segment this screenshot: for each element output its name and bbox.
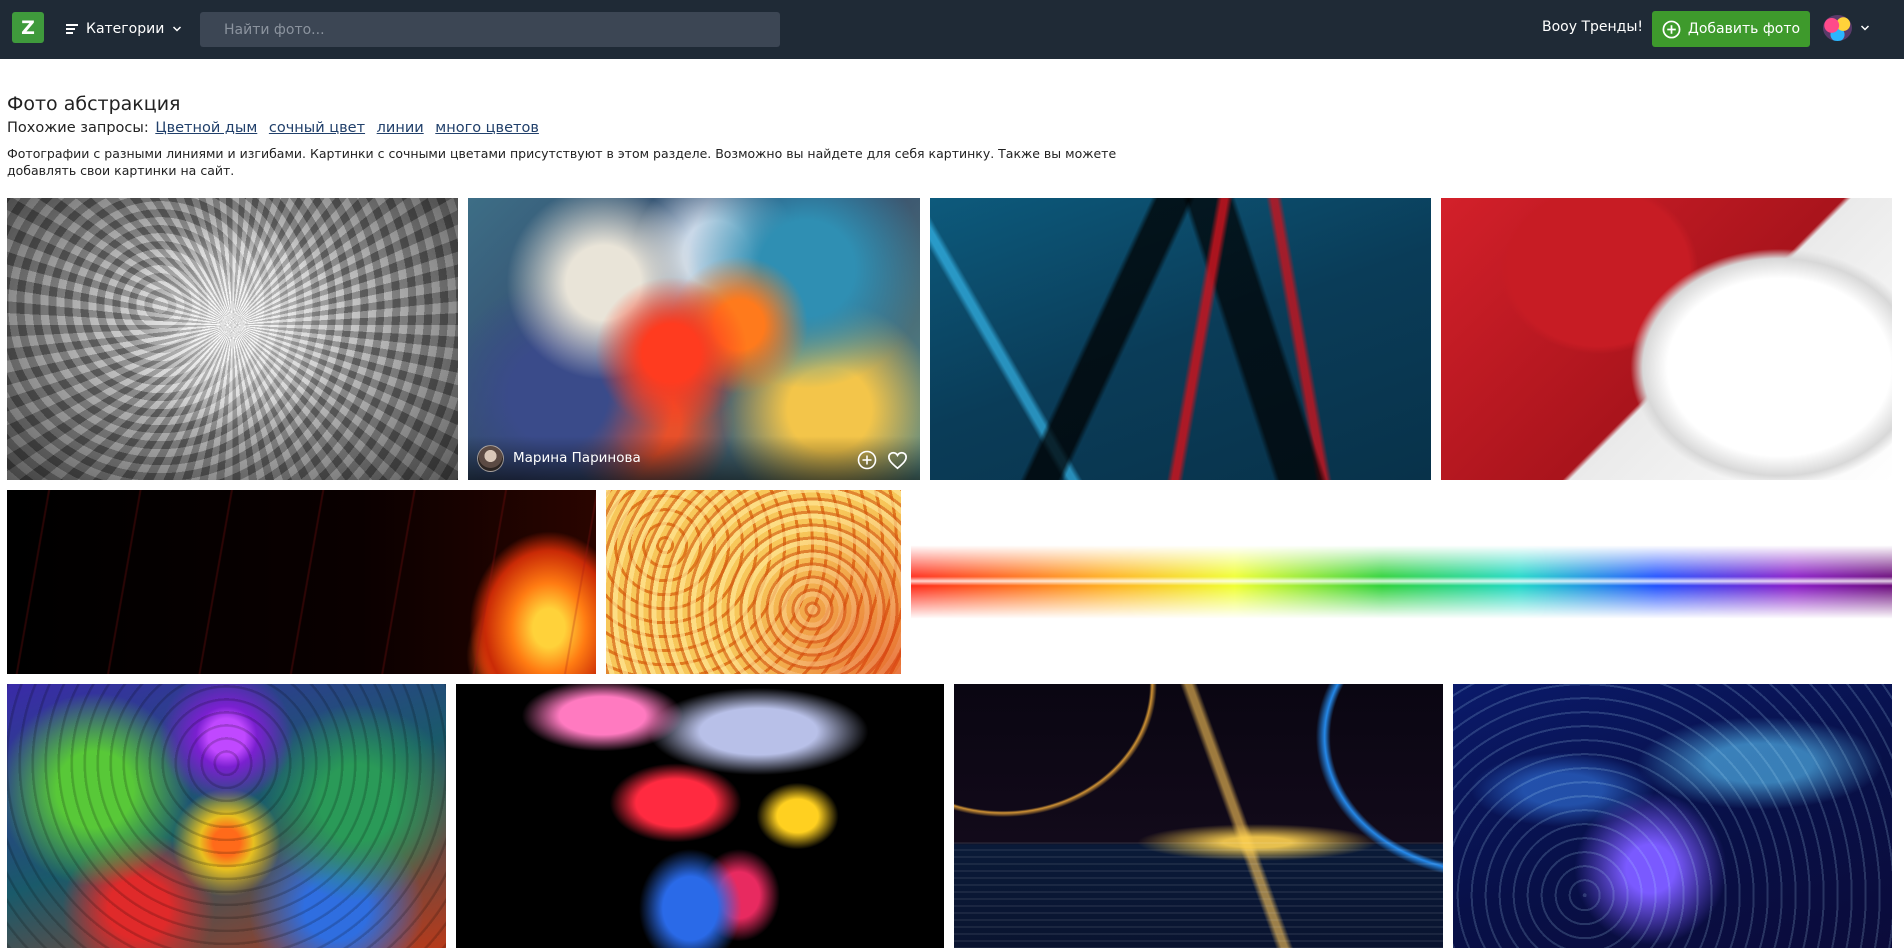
- author-avatar[interactable]: [477, 444, 504, 472]
- photo-tile[interactable]: [7, 490, 596, 674]
- related-label: Похожие запросы:: [7, 120, 149, 136]
- author-name[interactable]: Марина Паринова: [513, 450, 641, 466]
- photo-image: [911, 490, 1892, 674]
- photo-tile[interactable]: [7, 684, 446, 948]
- add-photo-label: Добавить фото: [1687, 21, 1801, 37]
- top-navigation-bar: Z Категории Вооу Тренды! Добавить фото: [0, 0, 1904, 59]
- add-photo-button[interactable]: Добавить фото: [1652, 11, 1810, 47]
- photo-tile[interactable]: [911, 490, 1892, 674]
- photo-image: [930, 198, 1431, 480]
- photo-tile[interactable]: [456, 684, 944, 948]
- section-description: Фотографии с разными линиями и изгибами.…: [7, 146, 1117, 178]
- chevron-down-icon: [1860, 25, 1870, 31]
- user-menu[interactable]: [1823, 15, 1870, 41]
- photo-tile[interactable]: [1441, 198, 1892, 480]
- search-input[interactable]: [200, 12, 780, 47]
- trends-link[interactable]: Вооу Тренды!: [1542, 19, 1643, 35]
- related-link-many-colors[interactable]: много цветов: [435, 120, 539, 136]
- photo-tile[interactable]: [7, 198, 458, 480]
- photo-tile[interactable]: [606, 490, 901, 674]
- related-link-lines[interactable]: линии: [377, 120, 424, 136]
- related-searches: Похожие запросы: Цветной дым сочный цвет…: [7, 120, 546, 136]
- menu-icon: [66, 22, 78, 36]
- categories-menu-button[interactable]: Категории: [66, 17, 182, 41]
- photo-tile[interactable]: Марина Паринова: [468, 198, 920, 480]
- avatar: [1823, 15, 1852, 41]
- related-link-juicy-color[interactable]: сочный цвет: [269, 120, 365, 136]
- photo-tile[interactable]: [930, 198, 1431, 480]
- heart-icon[interactable]: [887, 451, 908, 470]
- photo-tile[interactable]: [954, 684, 1443, 948]
- chevron-down-icon: [173, 26, 182, 32]
- site-logo[interactable]: Z: [12, 12, 44, 43]
- related-link-colored-smoke[interactable]: Цветной дым: [155, 120, 257, 136]
- page-title: Фото абстракция: [7, 93, 181, 115]
- photo-hover-overlay: Марина Паринова: [468, 436, 920, 480]
- photo-image: [1441, 198, 1892, 480]
- photo-image: [456, 684, 944, 948]
- plus-circle-icon: [1662, 20, 1681, 38]
- categories-label: Категории: [86, 21, 165, 37]
- photo-tile[interactable]: [1453, 684, 1892, 948]
- plus-circle-icon[interactable]: [857, 450, 877, 470]
